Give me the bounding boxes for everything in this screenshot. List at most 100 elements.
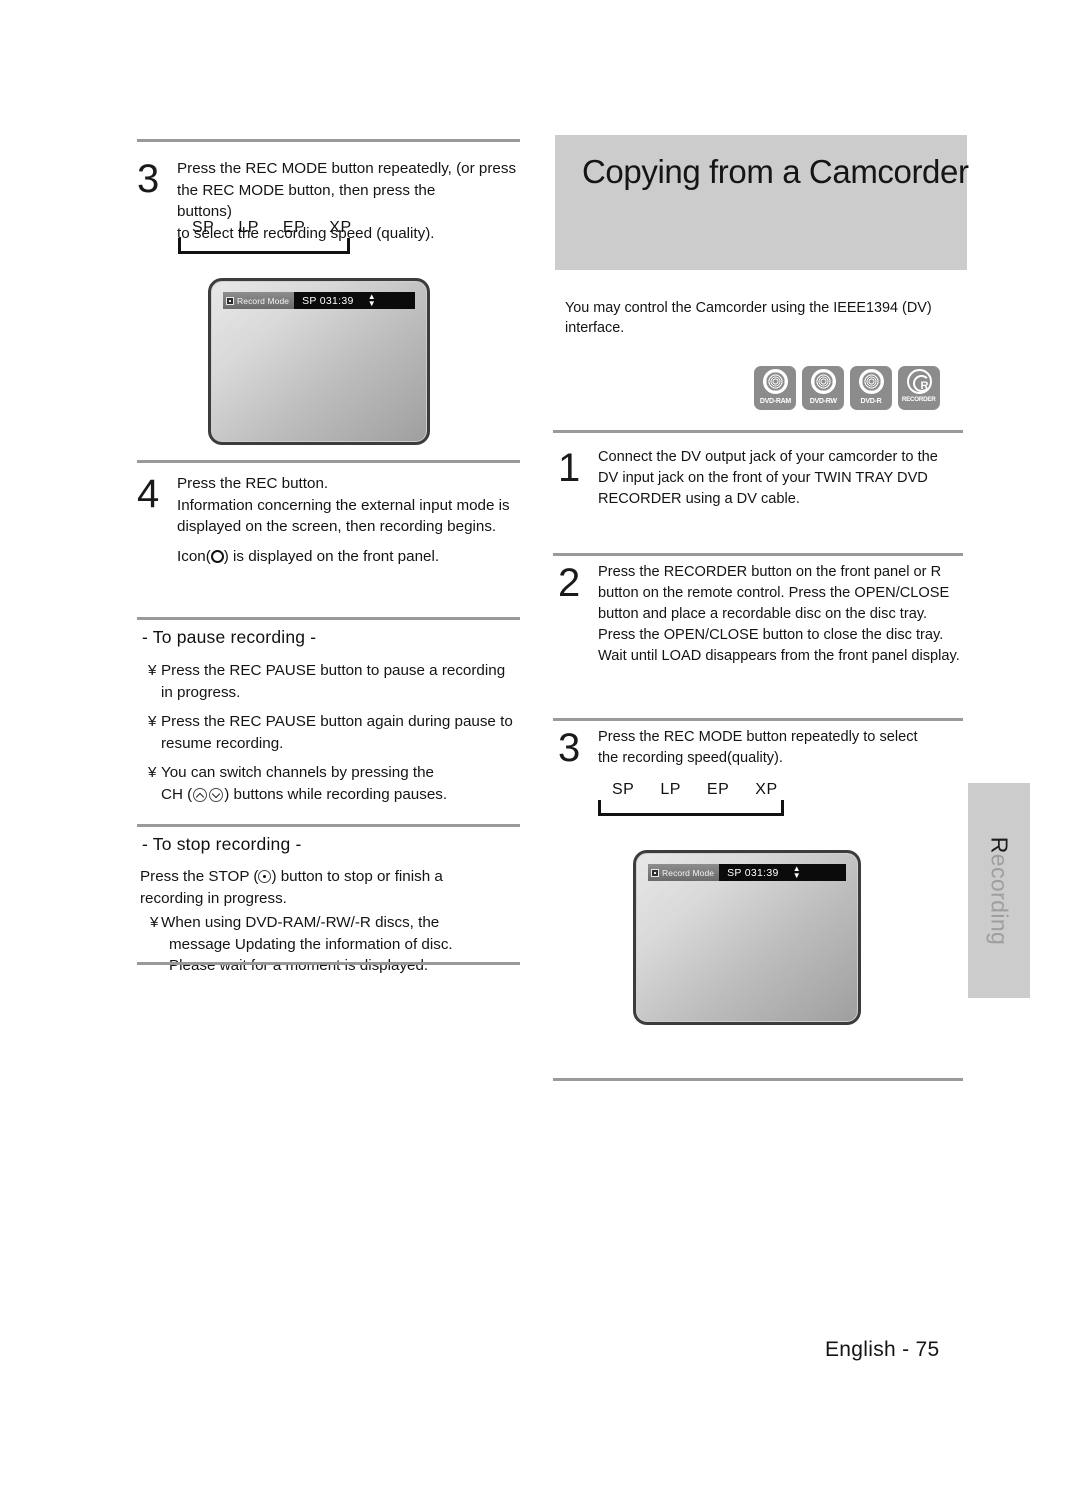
step-1-number: 1 xyxy=(558,446,580,490)
osd-bar-left: Record Mode SP 031:39 ▲ ▼ xyxy=(223,292,415,309)
ch-suffix: ) buttons while recording pauses. xyxy=(224,785,448,803)
stop-bullet-1: ¥ When using DVD-RAM/-RW/-R discs, the m… xyxy=(140,912,522,977)
channel-up-icon xyxy=(193,787,208,802)
left-column: 3 Press the REC MODE button repeatedly, … xyxy=(0,0,540,1487)
osd-updown-arrows: ▲ ▼ xyxy=(793,865,801,880)
divider-bottom-left xyxy=(137,962,520,965)
step-3-right-line-2: the recording speed(quality). xyxy=(598,750,783,766)
pause-bullet-1-text: Press the REC PAUSE button to pause a re… xyxy=(161,662,506,701)
pause-section-heading: - To pause recording - xyxy=(142,627,317,647)
step-3-line-2b: buttons) xyxy=(177,203,232,220)
osd-value: SP 031:39 xyxy=(727,866,779,879)
section-side-tab: Recording xyxy=(968,783,1030,998)
pause-bullet-3-line-1: You can switch channels by pressing the xyxy=(161,764,434,781)
step-1-right: 1 Connect the DV output jack of your cam… xyxy=(558,447,968,510)
step-4-line-4: Icon() is displayed on the front panel. xyxy=(177,546,510,568)
step-1-text: Connect the DV output jack of your camco… xyxy=(598,447,938,510)
intro-paragraph: You may control the Camcorder using the … xyxy=(565,300,932,336)
osd-arrow-down: ▼ xyxy=(367,299,376,308)
step-3-line-2: the REC MODE button, then press the butt… xyxy=(177,180,527,223)
page-footer: English - 75 xyxy=(825,1338,940,1361)
rec-mode-xp: XP xyxy=(755,781,778,798)
pause-bullet-2: ¥ Press the REC PAUSE button again durin… xyxy=(148,711,520,754)
step-2-line-1: Press the RECORDER button on the front p… xyxy=(598,564,942,580)
step-2-number: 2 xyxy=(558,561,580,605)
step-4-icon-prefix: Icon( xyxy=(177,547,211,565)
osd-updown-arrows: ▲ ▼ xyxy=(367,293,376,308)
stop-button-icon xyxy=(258,870,272,883)
stop-section-heading: - To stop recording - xyxy=(142,834,302,854)
rec-mode-lp: LP xyxy=(238,219,259,236)
stop-bullet-line-3: Please wait for a moment is displayed. xyxy=(169,957,429,974)
divider-before-step-2 xyxy=(553,553,963,556)
step-3-right-number: 3 xyxy=(558,726,580,770)
disc-icon xyxy=(762,369,788,394)
right-column: Copying from a Camcorder You may control… xyxy=(540,0,1080,1487)
step-3-right-text: Press the REC MODE button repeatedly to … xyxy=(598,727,918,769)
rec-mode-lp: LP xyxy=(660,781,681,798)
recorder-logo: RECORDER xyxy=(898,366,940,410)
rec-mode-ep: EP xyxy=(706,781,730,798)
tv-screen-illustration-right: Record Mode SP 031:39 ▲ ▼ xyxy=(633,850,861,1025)
step-1-line-3: RECORDER using a DV cable. xyxy=(598,491,800,507)
osd-record-mode-tag: Record Mode xyxy=(648,864,720,881)
osd-record-mode-tag: Record Mode xyxy=(223,292,295,309)
disc-compatibility-logos: DVD-RAM DVD-RW DVD-R RECORDER xyxy=(754,366,940,410)
osd-label: Record Mode xyxy=(662,867,715,878)
dvd-rw-logo: DVD-RW xyxy=(802,366,844,410)
dvd-r-logo: DVD-R xyxy=(850,366,892,410)
recorder-caption: RECORDER xyxy=(902,396,936,403)
stop-section-body: Press the STOP ( ) button to stop or fini… xyxy=(140,866,522,977)
osd-value-area: SP 031:39 ▲ ▼ xyxy=(294,292,384,309)
stop-bullet-line-1: When using DVD-RAM/-RW/-R discs, the xyxy=(161,914,440,931)
channel-down-icon xyxy=(209,787,224,802)
rec-mode-ep: EP xyxy=(282,219,306,236)
step-3-line-1: Press the REC MODE button repeatedly, (o… xyxy=(177,160,517,177)
divider-before-step-3-right xyxy=(553,718,963,721)
rec-mode-bracket-left: SP LP EP XP xyxy=(178,219,352,254)
record-circle-icon xyxy=(210,549,224,563)
pause-bullet-3-text: You can switch channels by pressing the … xyxy=(161,762,447,805)
step-4-line-1: Press the REC button. xyxy=(177,475,329,492)
step-3-right-line-1: Press the REC MODE button repeatedly to … xyxy=(598,729,918,745)
bullet-mark-icon: ¥ xyxy=(148,764,157,781)
stop-bullet-line-2: message Updating the information of disc… xyxy=(169,935,453,953)
pause-bullet-2-text: Press the REC PAUSE button again during … xyxy=(161,713,513,752)
rec-mode-sp: SP xyxy=(612,781,635,798)
step-2-line-2: button on the remote control. Press the … xyxy=(598,585,950,601)
step-2-line-5: Wait until LOAD disappears from the fron… xyxy=(598,648,960,664)
osd-value-area: SP 031:39 ▲ ▼ xyxy=(719,864,809,881)
divider-before-pause xyxy=(137,617,520,620)
bullet-mark-icon: ¥ xyxy=(148,713,157,730)
step-4-line-2: Information concerning the external inpu… xyxy=(177,496,510,514)
side-tab-rest: ecording xyxy=(986,853,1013,945)
rec-mode-bracket-bar xyxy=(178,238,350,254)
osd-icon xyxy=(226,296,234,305)
divider-bottom-right xyxy=(553,1078,963,1081)
stop-bullet-1-text: When using DVD-RAM/-RW/-R discs, the mes… xyxy=(161,912,453,977)
stop-intro-suffix: ) button to stop or finish a xyxy=(271,868,443,885)
rec-mode-bracket-right: SP LP EP XP xyxy=(598,781,784,816)
ch-prefix: CH ( xyxy=(161,785,193,803)
bullet-mark-icon: ¥ xyxy=(148,662,157,679)
bullet-mark-icon: ¥ xyxy=(150,914,159,931)
stop-intro-prefix: Press the STOP ( xyxy=(140,868,259,885)
step-2-line-3: button and place a recordable disc on th… xyxy=(598,606,928,622)
osd-label: Record Mode xyxy=(237,295,290,306)
step-2-text: Press the RECORDER button on the front p… xyxy=(598,562,960,667)
disc-icon xyxy=(810,369,836,394)
rec-mode-sp: SP xyxy=(192,219,215,236)
dvd-rw-caption: DVD-RW xyxy=(809,396,837,405)
dvd-ram-caption: DVD-RAM xyxy=(759,396,791,405)
divider-before-step-1 xyxy=(553,430,963,433)
rec-mode-labels-right: SP LP EP XP xyxy=(598,781,784,800)
rec-mode-xp: XP xyxy=(329,219,352,236)
side-tab-label: Recording xyxy=(986,836,1013,944)
recorder-r-icon xyxy=(906,369,932,394)
document-page: 3 Press the REC MODE button repeatedly, … xyxy=(0,0,1080,1487)
page-title-band: Copying from a Camcorder xyxy=(555,135,969,270)
dvd-r-caption: DVD-R xyxy=(860,396,882,405)
rec-mode-labels: SP LP EP XP xyxy=(178,219,352,238)
dvd-ram-logo: DVD-RAM xyxy=(754,366,796,410)
pause-bullet-3: ¥ You can switch channels by pressing th… xyxy=(148,762,520,805)
